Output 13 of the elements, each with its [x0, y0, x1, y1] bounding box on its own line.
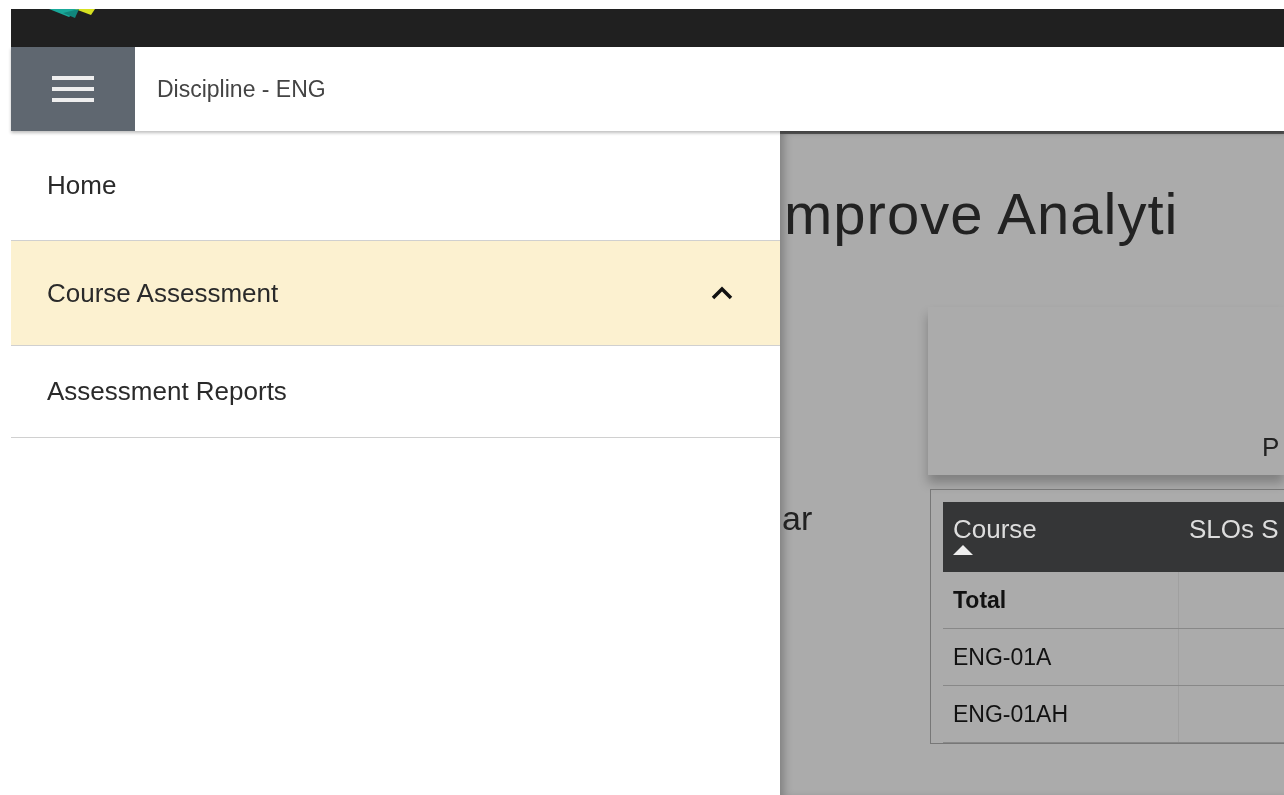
table-cell: Total	[943, 572, 1179, 628]
page-title: Discipline - ENG	[157, 75, 326, 103]
section-label: ar	[781, 499, 814, 539]
card-text: P	[1262, 432, 1280, 463]
table-cell: ENG-01A	[943, 629, 1179, 685]
column-header[interactable]: Course	[943, 502, 1179, 572]
chevron-up-icon	[710, 285, 734, 301]
report-title: mprove Analyti	[784, 180, 1180, 247]
column-header[interactable]: SLOs S	[1179, 502, 1284, 572]
nav-menu-item[interactable]: Course Assessment	[11, 241, 780, 346]
table-cell: ENG-01AH	[943, 686, 1179, 742]
menu-icon	[52, 76, 94, 102]
menu-button[interactable]	[11, 47, 135, 131]
